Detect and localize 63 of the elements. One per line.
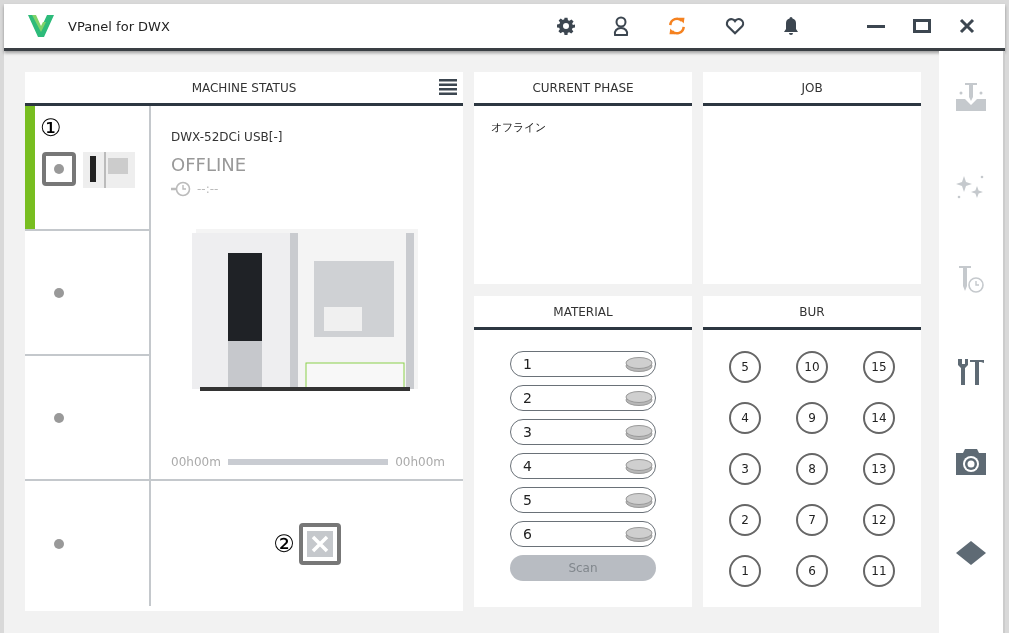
material-slot[interactable]: 4	[510, 453, 656, 479]
heart-icon[interactable]	[725, 17, 745, 35]
panel-title: MATERIAL	[553, 304, 613, 319]
machine-thumbnail	[82, 150, 136, 190]
camera-icon[interactable]	[956, 449, 986, 475]
close-icon	[306, 530, 333, 557]
material-slot[interactable]: 3	[510, 419, 656, 445]
panel-title: JOB	[801, 80, 823, 95]
machine-name: DWX-52DCi USB[-]	[171, 130, 284, 144]
tools-icon[interactable]	[957, 357, 985, 385]
bur-slot[interactable]: 4	[729, 402, 761, 434]
bur-slot[interactable]: 9	[796, 402, 828, 434]
bur-slot[interactable]: 8	[796, 453, 828, 485]
status-dot	[54, 164, 64, 174]
user-icon[interactable]	[613, 16, 629, 36]
close-icon[interactable]	[959, 18, 975, 34]
bur-slot[interactable]: 15	[863, 351, 895, 383]
bur-slot[interactable]: 6	[796, 555, 828, 587]
bur-slot[interactable]: 2	[729, 504, 761, 536]
minimize-icon[interactable]	[867, 24, 885, 28]
remaining-time: 00h00m	[395, 455, 445, 469]
bell-icon[interactable]	[783, 16, 799, 36]
close-button[interactable]	[298, 522, 341, 565]
settings-icon[interactable]	[557, 17, 575, 35]
panel-title: BUR	[799, 304, 825, 319]
disc-icon	[625, 356, 653, 372]
maximize-icon[interactable]	[913, 19, 931, 33]
material-slot[interactable]: 6	[510, 521, 656, 547]
menu-icon[interactable]	[439, 79, 457, 95]
disc-icon	[625, 458, 653, 474]
window-title: VPanel for DWX	[68, 18, 171, 34]
panel-title: CURRENT PHASE	[532, 80, 634, 95]
disc-icon	[625, 492, 653, 508]
material-slot[interactable]: 2	[510, 385, 656, 411]
callout-number: ①	[40, 116, 62, 140]
disc-icon	[625, 526, 653, 542]
bur-slot[interactable]: 7	[796, 504, 828, 536]
bur-slot[interactable]: 5	[729, 351, 761, 383]
status-dot	[54, 287, 64, 298]
bur-slot[interactable]: 3	[729, 453, 761, 485]
disc-icon	[625, 424, 653, 440]
diamond-icon[interactable]	[956, 541, 986, 565]
bur-slot[interactable]: 13	[863, 453, 895, 485]
bur-slot[interactable]: 11	[863, 555, 895, 587]
status-dot	[54, 412, 64, 423]
machine-status: OFFLINE	[171, 154, 248, 175]
disc-icon	[625, 390, 653, 406]
bur-slot[interactable]: 1	[729, 555, 761, 587]
refresh-icon[interactable]	[667, 16, 687, 36]
machine-slot[interactable]: ①	[25, 106, 151, 231]
status-dot	[54, 538, 64, 549]
logo-icon	[28, 15, 54, 37]
panel-title: MACHINE STATUS	[191, 80, 297, 95]
elapsed-time: 00h00m	[171, 455, 221, 469]
material-slot[interactable]: 5	[510, 487, 656, 513]
time-text: --:--	[197, 182, 219, 196]
clock-icon	[171, 181, 191, 197]
bur-slot[interactable]: 12	[863, 504, 895, 536]
callout-number: ②	[273, 531, 295, 556]
material-slot[interactable]: 1	[510, 351, 656, 377]
bur-slot[interactable]: 10	[796, 351, 828, 383]
bur-slot[interactable]: 14	[863, 402, 895, 434]
phase-text: オフライン	[490, 120, 547, 136]
